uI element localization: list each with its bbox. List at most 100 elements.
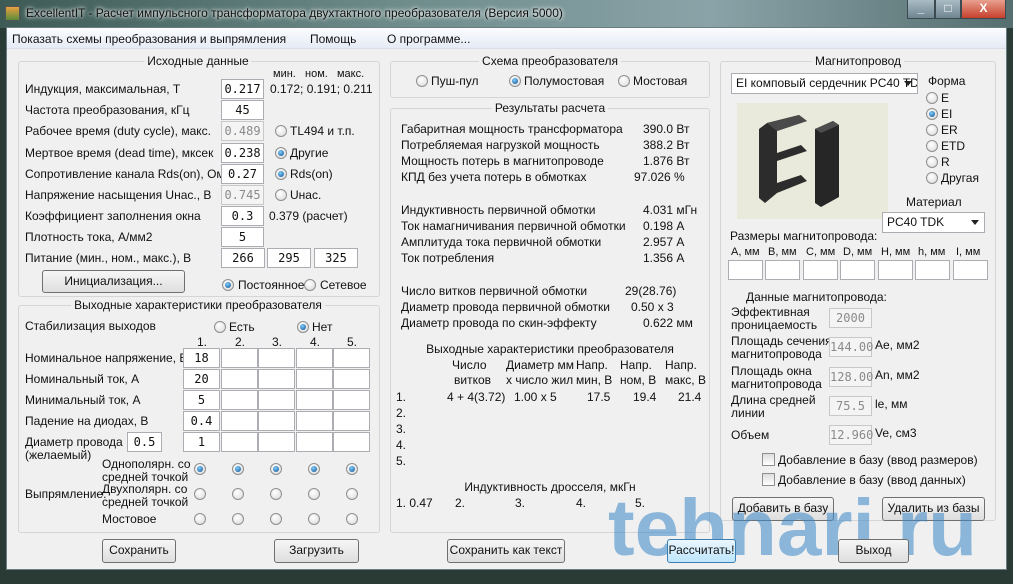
close-button[interactable]: X	[961, 0, 1006, 19]
minimize-button[interactable]: _	[907, 0, 935, 19]
maximize-button[interactable]: □	[935, 0, 961, 19]
output-value-input[interactable]	[221, 369, 258, 389]
output-value-input[interactable]: 20	[183, 369, 220, 389]
core-data-input[interactable]: 75.5	[829, 396, 872, 416]
supply-dc-radio[interactable]	[222, 279, 234, 291]
core-type-select[interactable]: EI комповый сердечник PC40 TDK	[731, 73, 918, 94]
rectification-radio[interactable]	[232, 488, 244, 500]
rectification-radio[interactable]	[194, 513, 206, 525]
source-value-input[interactable]: 45	[221, 100, 264, 120]
output-value-input[interactable]	[258, 411, 295, 431]
output-value-input[interactable]: 1	[183, 432, 220, 452]
output-value-input[interactable]	[258, 348, 295, 368]
output-value-input[interactable]	[296, 390, 333, 410]
stabilization-yes-radio[interactable]	[214, 321, 226, 333]
output-value-input[interactable]	[258, 390, 295, 410]
dim-input[interactable]	[915, 260, 950, 280]
shape-radio[interactable]	[926, 172, 938, 184]
scheme-bridge-radio[interactable]	[618, 75, 630, 87]
dim-input[interactable]	[803, 260, 838, 280]
rectification-radio[interactable]	[346, 488, 358, 500]
output-value-input[interactable]: 0.4	[183, 411, 220, 431]
shape-radio[interactable]	[926, 92, 938, 104]
app-icon[interactable]	[5, 6, 20, 21]
material-select[interactable]: PC40 TDK	[882, 212, 985, 233]
add-dims-checkbox[interactable]	[762, 453, 775, 466]
rectification-radio[interactable]	[194, 463, 206, 475]
scheme-pushpull-radio[interactable]	[416, 75, 428, 87]
source-value-input[interactable]: 0.238	[221, 143, 264, 163]
output-value-input[interactable]	[333, 411, 370, 431]
rectification-radio[interactable]	[308, 513, 320, 525]
core-data-input[interactable]: 144.00	[829, 337, 873, 357]
output-value-input[interactable]	[296, 369, 333, 389]
output-value-input[interactable]	[333, 432, 370, 452]
add-to-db-button[interactable]: Добавить в базу	[732, 497, 834, 521]
dim-input[interactable]	[728, 260, 763, 280]
output-value-input[interactable]	[333, 369, 370, 389]
source-option-radio[interactable]	[275, 147, 287, 159]
source-option-radio[interactable]	[275, 189, 287, 201]
save-button[interactable]: Сохранить	[102, 539, 176, 563]
rectification-radio[interactable]	[232, 513, 244, 525]
supply-voltage-input[interactable]: 325	[314, 248, 358, 268]
shape-radio[interactable]	[926, 156, 938, 168]
output-value-input[interactable]	[221, 411, 258, 431]
calculate-button[interactable]: Рассчитать!	[667, 539, 736, 563]
core-data-input[interactable]: 12.960	[829, 425, 873, 445]
scheme-halfbridge-radio[interactable]	[509, 75, 521, 87]
output-value-input[interactable]: 5	[183, 390, 220, 410]
menu-about[interactable]: О программе...	[387, 32, 470, 46]
output-value-input[interactable]	[296, 432, 333, 452]
core-data-input[interactable]: 2000	[829, 308, 872, 328]
output-value-input[interactable]	[221, 390, 258, 410]
rectification-radio[interactable]	[194, 488, 206, 500]
source-option-radio[interactable]	[275, 125, 287, 137]
rectification-radio[interactable]	[346, 513, 358, 525]
output-value-input[interactable]	[258, 369, 295, 389]
supply-mains-radio[interactable]	[304, 279, 316, 291]
source-value-input[interactable]: 0.27	[221, 164, 264, 184]
output-value-input[interactable]	[333, 348, 370, 368]
exit-button[interactable]: Выход	[838, 539, 909, 563]
source-value-input[interactable]: 0.745	[221, 185, 264, 205]
output-value-input[interactable]: 18	[183, 348, 220, 368]
rectification-radio[interactable]	[308, 463, 320, 475]
source-value-input[interactable]: 0.217	[221, 79, 264, 99]
dim-input[interactable]	[878, 260, 913, 280]
rectification-radio[interactable]	[232, 463, 244, 475]
source-value-input[interactable]: 0.3	[221, 206, 264, 226]
dim-input[interactable]	[765, 260, 800, 280]
output-value-input[interactable]	[258, 432, 295, 452]
source-option-radio[interactable]	[275, 168, 287, 180]
output-value-input[interactable]	[221, 348, 258, 368]
stabilization-no-radio[interactable]	[297, 321, 309, 333]
output-value-input[interactable]	[221, 432, 258, 452]
dim-input[interactable]	[840, 260, 875, 280]
supply-voltage-input[interactable]: 295	[267, 248, 311, 268]
rectification-radio[interactable]	[270, 513, 282, 525]
source-value-input[interactable]: 5	[221, 227, 264, 247]
init-button[interactable]: Инициализация...	[42, 270, 185, 293]
menu-help[interactable]: Помощь	[310, 32, 356, 46]
source-value-input[interactable]: 0.489	[221, 121, 264, 141]
shape-radio[interactable]	[926, 140, 938, 152]
load-button[interactable]: Загрузить	[274, 539, 359, 563]
supply-voltage-input[interactable]: 266	[221, 248, 265, 268]
core-data-input[interactable]: 128.00	[829, 367, 873, 387]
dim-input[interactable]	[953, 260, 988, 280]
desired-wire-input[interactable]: 0.5	[127, 432, 162, 452]
delete-from-db-button[interactable]: Удалить из базы	[882, 497, 985, 521]
rectification-radio[interactable]	[346, 463, 358, 475]
rectification-radio[interactable]	[270, 463, 282, 475]
rectification-radio[interactable]	[270, 488, 282, 500]
menu-show-schemes[interactable]: Показать схемы преобразования и выпрямле…	[12, 32, 286, 46]
output-value-input[interactable]	[333, 390, 370, 410]
save-as-text-button[interactable]: Сохранить как текст	[447, 539, 565, 563]
output-value-input[interactable]	[296, 348, 333, 368]
shape-radio[interactable]	[926, 124, 938, 136]
rectification-radio[interactable]	[308, 488, 320, 500]
shape-radio[interactable]	[926, 108, 938, 120]
add-data-checkbox[interactable]	[762, 473, 775, 486]
output-value-input[interactable]	[296, 411, 333, 431]
